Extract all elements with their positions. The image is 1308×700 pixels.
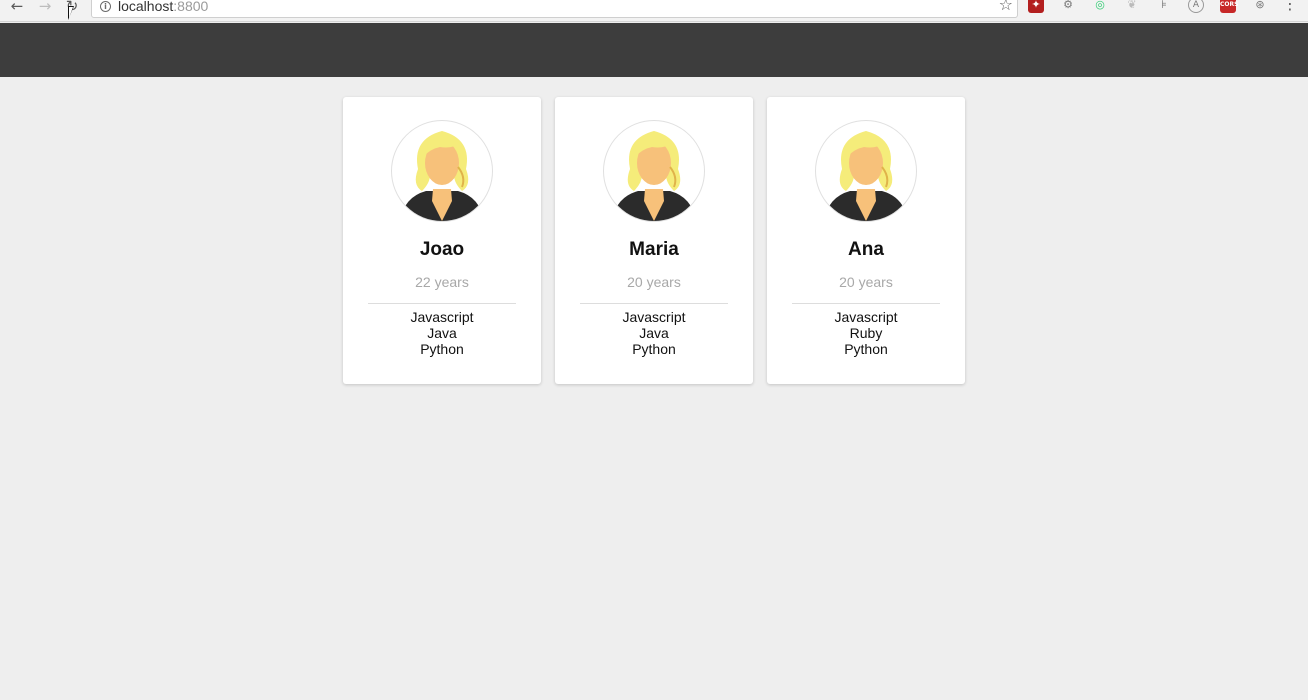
people-card-list: Joao 22 years Javascript Java Python Mar…	[343, 97, 965, 384]
vertical-dots-icon[interactable]: ⋮	[1282, 0, 1298, 12]
skill-item: Python	[632, 341, 676, 357]
forward-arrow-icon[interactable]: →	[36, 0, 54, 14]
extension-red-icon[interactable]: ✦	[1028, 0, 1044, 13]
address-bar[interactable]: i localhost:8800 ☆	[91, 0, 1018, 18]
skill-list: Javascript Java Python	[622, 309, 685, 357]
skill-item: Javascript	[834, 309, 898, 325]
extension-bracket-icon[interactable]: ⊧	[1156, 0, 1172, 13]
url-host: localhost	[118, 0, 174, 14]
url-port: :8800	[173, 0, 209, 14]
skill-list: Javascript Ruby Python	[834, 309, 897, 357]
extension-gear-icon[interactable]: ⚙	[1060, 0, 1076, 13]
url-text: localhost:8800	[118, 0, 208, 13]
divider	[580, 303, 728, 304]
star-icon[interactable]: ☆	[999, 0, 1013, 13]
skill-list: Javascript Java Python	[410, 309, 473, 357]
female-avatar-icon	[815, 120, 917, 222]
person-card: Ana 20 years Javascript Ruby Python	[767, 97, 965, 384]
info-icon[interactable]: i	[100, 1, 111, 12]
female-avatar-icon	[391, 120, 493, 222]
skill-item: Javascript	[410, 309, 474, 325]
person-age: 22 years	[415, 274, 469, 290]
back-arrow-icon[interactable]: ←	[8, 0, 26, 14]
browser-toolbar: ← → ↻ i localhost:8800 ☆ ✦ ⚙ ◎ ❦ ⊧ A COR…	[0, 0, 1308, 22]
skill-item: Ruby	[849, 325, 883, 341]
skill-item: Java	[639, 325, 669, 341]
person-card: Joao 22 years Javascript Java Python	[343, 97, 541, 384]
extension-swirl-icon[interactable]: ⊛	[1252, 0, 1268, 13]
person-card: Maria 20 years Javascript Java Python	[555, 97, 753, 384]
divider	[368, 303, 516, 304]
skill-item: Javascript	[622, 309, 686, 325]
divider	[792, 303, 940, 304]
app-header	[0, 23, 1308, 77]
skill-item: Python	[420, 341, 464, 357]
person-age: 20 years	[627, 274, 681, 290]
extension-a-circle-icon[interactable]: A	[1188, 0, 1204, 13]
person-age: 20 years	[839, 274, 893, 290]
female-avatar-icon	[603, 120, 705, 222]
person-name: Maria	[629, 239, 679, 260]
person-name: Joao	[419, 239, 465, 260]
person-name: Ana	[848, 239, 884, 260]
skill-item: Java	[427, 325, 457, 341]
skill-item: Python	[844, 341, 888, 357]
extension-cors-icon[interactable]: CORS	[1220, 0, 1238, 13]
mouse-cursor	[68, 6, 74, 20]
extension-green-ring-icon[interactable]: ◎	[1092, 0, 1108, 13]
extension-leaf-icon[interactable]: ❦	[1124, 0, 1140, 13]
